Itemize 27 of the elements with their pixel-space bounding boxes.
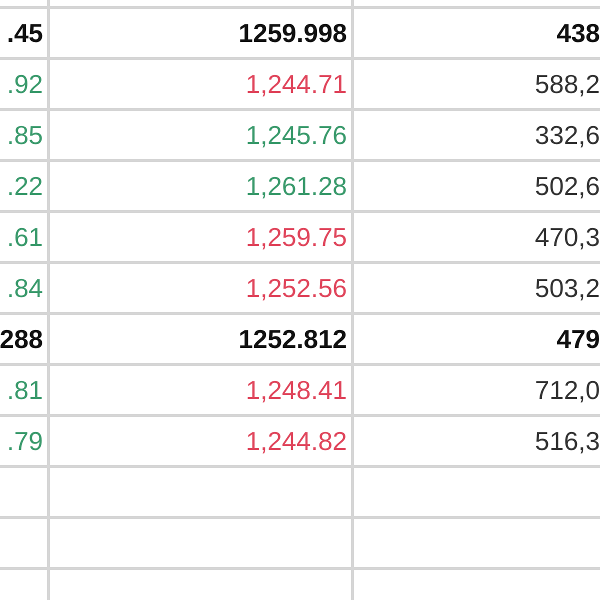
table-cell: 1,245.76 [246, 122, 347, 148]
table-cell: 1,259.75 [246, 224, 347, 250]
table-cell: 1259.998 [238, 20, 347, 46]
table-cell: .22 [6, 173, 43, 199]
table-cell: 470,3 [534, 224, 600, 250]
table-cell: 1,244.71 [246, 71, 347, 97]
table-cell: .45 [6, 20, 43, 46]
table-cell: 502,6 [534, 173, 600, 199]
table-cell: .81 [6, 377, 43, 403]
table-cell: .92 [6, 71, 43, 97]
table-cell: 332,6 [534, 122, 600, 148]
table-cell: 503,2 [534, 275, 600, 301]
table-cell: 288 [0, 326, 43, 352]
table-cell: 479 [556, 326, 600, 352]
table-cell: 588,2 [534, 71, 600, 97]
table-cell: 1,261.28 [246, 173, 347, 199]
table-cell: .84 [6, 275, 43, 301]
table-cell: 1,244.82 [246, 428, 347, 454]
table-cell: 1,252.56 [246, 275, 347, 301]
table-cell: .79 [6, 428, 43, 454]
table-cell: .85 [6, 122, 43, 148]
table-cell: 438 [556, 20, 600, 46]
table-cell: 516,3 [534, 428, 600, 454]
table-cell: 1,248.41 [246, 377, 347, 403]
table-cell: 712,0 [534, 377, 600, 403]
table-cell: .61 [6, 224, 43, 250]
table-cell: 1252.812 [238, 326, 347, 352]
